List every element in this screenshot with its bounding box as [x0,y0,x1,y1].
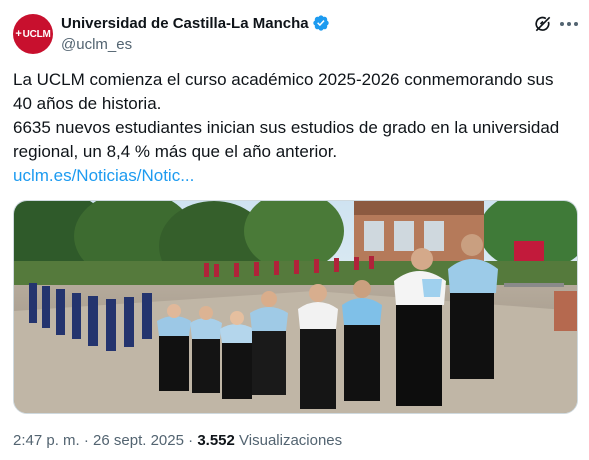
tweet-line: La UCLM comienza el curso académico 2025… [13,70,554,89]
tweet-link[interactable]: uclm.es/Noticias/Notic... [13,166,194,185]
display-name-row[interactable]: Universidad de Castilla-La Mancha [61,14,330,32]
tweet-date[interactable]: 26 sept. 2025 [93,432,184,449]
more-options-icon[interactable] [557,12,581,36]
tweet-photo[interactable] [13,200,578,414]
tweet-line: 6635 nuevos estudiantes inician sus estu… [13,118,560,137]
avatar-text: UCLM [22,28,51,40]
tweet-time[interactable]: 2:47 p. m. [13,432,80,449]
tweet-text: La UCLM comienza el curso académico 2025… [13,68,583,188]
plus-icon: + [15,28,22,40]
separator: · [183,432,198,449]
tweet-line: 40 años de historia. [13,94,162,113]
views-count[interactable]: 3.552 [197,432,235,449]
account-handle[interactable]: @uclm_es [61,36,132,53]
tweet-meta: 2:47 p. m. · 26 sept. 2025 · 3.552 Visua… [13,432,342,449]
separator: · [79,432,94,449]
tweet-line: regional, un 8,4 % más que el año anteri… [13,142,338,161]
grok-icon[interactable] [533,14,553,34]
verified-badge-icon [312,14,330,32]
views-label[interactable]: Visualizaciones [239,432,342,449]
photo-academic-procession [14,201,577,413]
display-name[interactable]: Universidad de Castilla-La Mancha [61,15,309,32]
avatar[interactable]: + UCLM [13,14,53,54]
